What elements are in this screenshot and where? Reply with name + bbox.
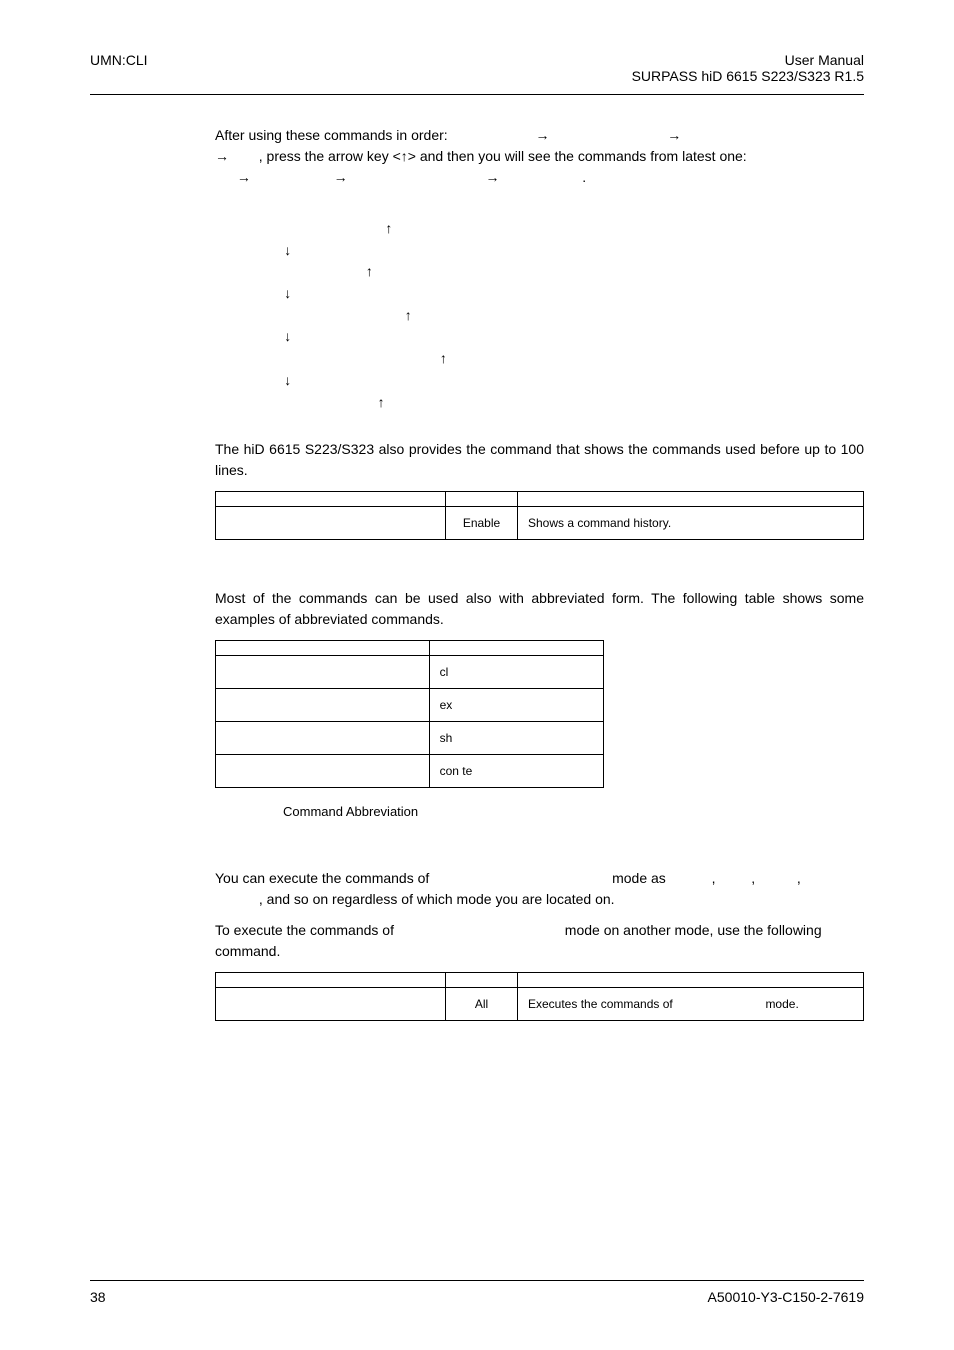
arrow-right-4: → [237, 169, 251, 185]
td-abbrev: con te [429, 755, 604, 788]
paragraph-history-cmd: The hiD 6615 S223/S323 also provides the… [215, 439, 864, 481]
t3b: mode. [765, 997, 798, 1011]
arrow-right-6: → [485, 169, 499, 185]
table-row: ex [216, 689, 604, 722]
p4c: , [712, 870, 716, 886]
td-description: Shows a command history. [518, 507, 864, 540]
table-row: All Executes the commands of mode. [216, 987, 864, 1020]
td-full [216, 689, 430, 722]
p4e: , [797, 870, 801, 886]
td-command [216, 987, 446, 1020]
td-full [216, 722, 430, 755]
header-left: UMN:CLI [90, 52, 148, 84]
header-right-2: SURPASS hiD 6615 S223/S323 R1.5 [632, 68, 864, 84]
td-description: Executes the commands of mode. [518, 987, 864, 1020]
page-number: 38 [90, 1289, 106, 1305]
page-content: After using these commands in order: → →… [0, 95, 954, 1021]
table-row [216, 641, 604, 656]
arrow-right-1: → [535, 127, 549, 143]
paragraph-abbrev: Most of the commands can be used also wi… [215, 588, 864, 630]
t3a: Executes the commands of [528, 997, 673, 1011]
paragraph-exec-1: You can execute the commands of mode as … [215, 868, 864, 910]
arrow-right-5: → [334, 169, 348, 185]
td-abbrev: sh [429, 722, 604, 755]
table-row: sh [216, 722, 604, 755]
td-abbrev: cl [429, 656, 604, 689]
doc-reference: A50010-Y3-C150-2-7619 [708, 1289, 864, 1305]
p4a: You can execute the commands of [215, 870, 429, 886]
p5a: To execute the commands of [215, 922, 394, 938]
th-mode [446, 492, 518, 507]
p1-text-a: After using these commands in order: [215, 127, 448, 143]
table-row: Enable Shows a command history. [216, 507, 864, 540]
paragraph-exec-2: To execute the commands of mode on anoth… [215, 920, 864, 962]
th-mode [446, 972, 518, 987]
arrow-right-2: → [667, 127, 681, 143]
table-row: cl [216, 656, 604, 689]
paragraph-commands-order: After using these commands in order: → →… [215, 125, 864, 188]
page-footer: 38 A50010-Y3-C150-2-7619 [90, 1280, 864, 1305]
table-row [216, 492, 864, 507]
td-command [216, 507, 446, 540]
p1-text-i: . [582, 169, 586, 185]
p4f: , and so on regardless of which mode you… [259, 891, 615, 907]
p4b: mode as [612, 870, 666, 886]
p1-text-e: , press the arrow key <↑> and then you w… [259, 148, 747, 164]
th-command [216, 972, 446, 987]
td-mode: Enable [446, 507, 518, 540]
th-description [518, 972, 864, 987]
table-row: con te [216, 755, 604, 788]
th-abbrev [429, 641, 604, 656]
table-caption-abbrev: Command Abbreviation [215, 802, 864, 822]
th-full [216, 641, 430, 656]
arrow-diagram: ↑ ↓ ↑ ↓ ↑ ↓ ↑ ↓ ↑ [257, 218, 864, 413]
td-mode: All [446, 987, 518, 1020]
td-full [216, 755, 430, 788]
arrow-right-3: → [215, 148, 229, 164]
table-abbrev: cl ex sh con te [215, 640, 604, 788]
header-right-1: User Manual [632, 52, 864, 68]
th-description [518, 492, 864, 507]
header-right: User Manual SURPASS hiD 6615 S223/S323 R… [632, 52, 864, 84]
page-header: UMN:CLI User Manual SURPASS hiD 6615 S22… [0, 0, 954, 90]
th-command [216, 492, 446, 507]
td-full [216, 656, 430, 689]
table-exec: All Executes the commands of mode. [215, 972, 864, 1021]
table-row [216, 972, 864, 987]
p4d: , [751, 870, 755, 886]
table-history: Enable Shows a command history. [215, 491, 864, 540]
td-abbrev: ex [429, 689, 604, 722]
